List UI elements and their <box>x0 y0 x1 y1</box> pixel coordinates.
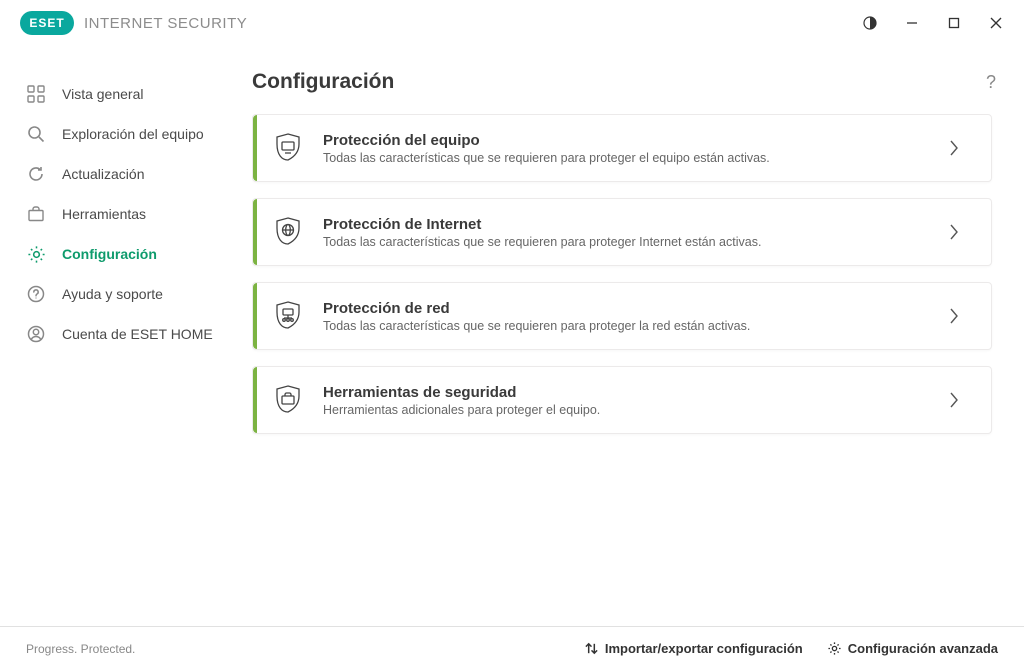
card-computer-protection[interactable]: Protección del equipo Todas las caracter… <box>252 114 992 182</box>
card-subtitle: Herramientas adicionales para proteger e… <box>323 403 939 417</box>
chevron-right-icon <box>939 307 969 325</box>
chevron-right-icon <box>939 223 969 241</box>
refresh-icon <box>26 164 46 184</box>
advanced-config-button[interactable]: Configuración avanzada <box>827 641 998 656</box>
sidebar-item-help[interactable]: Ayuda y soporte <box>0 274 234 314</box>
card-body: Protección de Internet Todas las caracte… <box>323 216 939 249</box>
sidebar-item-label: Herramientas <box>62 206 146 222</box>
card-internet-protection[interactable]: Protección de Internet Todas las caracte… <box>252 198 992 266</box>
sidebar-item-tools[interactable]: Herramientas <box>0 194 234 234</box>
chevron-right-icon <box>939 391 969 409</box>
card-security-tools[interactable]: Herramientas de seguridad Herramientas a… <box>252 366 992 434</box>
card-subtitle: Todas las características que se requier… <box>323 235 939 249</box>
body: Vista general Exploración del equipo Act… <box>0 46 1024 626</box>
sidebar-item-label: Cuenta de ESET HOME <box>62 326 213 342</box>
titlebar: ESET INTERNET SECURITY <box>0 0 1024 46</box>
sidebar-item-update[interactable]: Actualización <box>0 154 234 194</box>
status-stripe <box>253 367 257 433</box>
app-window: ESET INTERNET SECURITY <box>0 0 1024 670</box>
card-subtitle: Todas las características que se requier… <box>323 151 939 165</box>
shield-briefcase-icon <box>253 383 323 417</box>
footer-tagline: Progress. Protected. <box>26 642 135 656</box>
footer-actions: Importar/exportar configuración Configur… <box>584 641 998 656</box>
card-body: Herramientas de seguridad Herramientas a… <box>323 384 939 417</box>
card-title: Protección del equipo <box>323 132 939 149</box>
person-icon <box>26 324 46 344</box>
help-button[interactable]: ? <box>986 72 996 93</box>
status-stripe <box>253 199 257 265</box>
shield-monitor-icon <box>253 131 323 165</box>
status-stripe <box>253 283 257 349</box>
main-header: Configuración ? <box>252 70 996 114</box>
brand-logo: ESET INTERNET SECURITY <box>20 11 247 35</box>
svg-text:ESET: ESET <box>29 16 64 30</box>
sidebar-item-configuration[interactable]: Configuración <box>0 234 234 274</box>
minimize-button[interactable] <box>892 8 932 38</box>
page-title: Configuración <box>252 70 394 94</box>
sidebar-item-account[interactable]: Cuenta de ESET HOME <box>0 314 234 354</box>
search-icon <box>26 124 46 144</box>
card-network-protection[interactable]: Protección de red Todas las característi… <box>252 282 992 350</box>
contrast-button[interactable] <box>850 8 890 38</box>
card-title: Protección de Internet <box>323 216 939 233</box>
footer: Progress. Protected. Importar/exportar c… <box>0 626 1024 670</box>
shield-network-icon <box>253 299 323 333</box>
grid-icon <box>26 84 46 104</box>
import-export-label: Importar/exportar configuración <box>605 641 803 656</box>
import-export-icon <box>584 641 599 656</box>
cards-container: Protección del equipo Todas las caracter… <box>252 114 996 626</box>
shield-globe-icon <box>253 215 323 249</box>
advanced-config-label: Configuración avanzada <box>848 641 998 656</box>
brand-text: INTERNET SECURITY <box>84 15 247 32</box>
briefcase-icon <box>26 204 46 224</box>
window-controls <box>850 8 1016 38</box>
sidebar-item-label: Exploración del equipo <box>62 126 204 142</box>
sidebar-item-overview[interactable]: Vista general <box>0 74 234 114</box>
question-icon <box>26 284 46 304</box>
card-title: Protección de red <box>323 300 939 317</box>
sidebar-item-label: Configuración <box>62 246 157 262</box>
main-panel: Configuración ? Protección del equipo To… <box>234 46 1024 626</box>
import-export-button[interactable]: Importar/exportar configuración <box>584 641 803 656</box>
sidebar-item-label: Vista general <box>62 86 143 102</box>
sidebar-item-label: Ayuda y soporte <box>62 286 163 302</box>
gear-small-icon <box>827 641 842 656</box>
card-body: Protección del equipo Todas las caracter… <box>323 132 939 165</box>
status-stripe <box>253 115 257 181</box>
close-button[interactable] <box>976 8 1016 38</box>
eset-logo-icon: ESET <box>20 11 74 35</box>
gear-icon <box>26 244 46 264</box>
sidebar-item-scan[interactable]: Exploración del equipo <box>0 114 234 154</box>
sidebar-item-label: Actualización <box>62 166 145 182</box>
card-subtitle: Todas las características que se requier… <box>323 319 939 333</box>
card-title: Herramientas de seguridad <box>323 384 939 401</box>
sidebar: Vista general Exploración del equipo Act… <box>0 46 234 626</box>
maximize-button[interactable] <box>934 8 974 38</box>
chevron-right-icon <box>939 139 969 157</box>
card-body: Protección de red Todas las característi… <box>323 300 939 333</box>
